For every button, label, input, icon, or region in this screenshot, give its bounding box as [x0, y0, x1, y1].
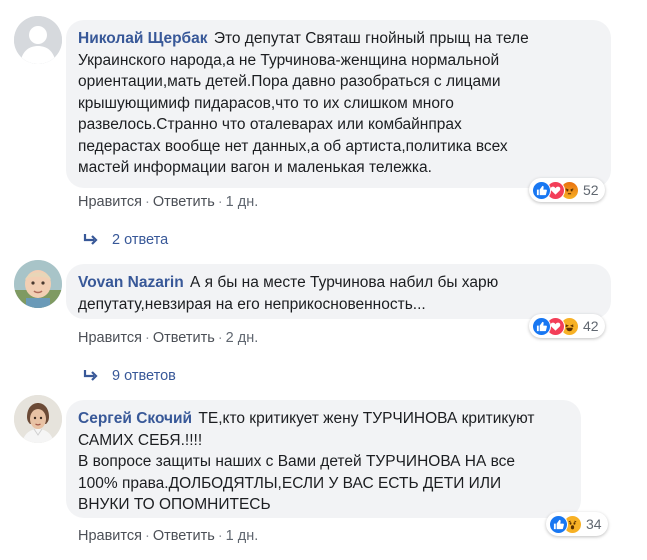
reaction-count: 42 — [583, 318, 599, 334]
comment-text-line: ВНУКИ ТО ОПОМНИТЕСЬ — [78, 496, 271, 513]
comment-text-line: САМИХ СЕБЯ.!!!! — [78, 431, 203, 449]
separator-dot: · — [144, 194, 150, 210]
comment-text-line: Это депутат Святаш гнойный прыщ на теле — [213, 30, 529, 47]
comment: Николай Щербак Это депутат Святаш гнойны… — [0, 0, 647, 260]
reactions-summary[interactable]: 34 — [546, 512, 608, 536]
comment-text-line: А я бы на месте Турчинова набил бы харю — [189, 274, 499, 291]
separator-dot: · — [217, 330, 223, 346]
comment-text-line: депутату,невзирая на его неприкосновенно… — [78, 295, 426, 313]
like-link[interactable]: Нравится — [78, 330, 142, 346]
reaction-count: 52 — [583, 182, 599, 198]
portrait-photo-icon — [14, 395, 62, 443]
avatar[interactable] — [14, 260, 62, 308]
comment-bubble: Vovan Nazarin А я бы на месте Турчинова … — [66, 264, 611, 319]
comment: Сергей Скочий ТЕ,кто критикует жену ТУРЧ… — [0, 392, 647, 560]
comment-actions: Нравится · Ответить · 2 дн. — [78, 330, 258, 346]
comment-text-line: мастей информации вагон и маленькая теле… — [78, 159, 432, 176]
view-replies-link[interactable]: 2 ответа — [82, 232, 168, 248]
reply-link[interactable]: Ответить — [153, 330, 215, 346]
comment-text-line: ТЕ,кто критикует жену ТУРЧИНОВА критикую… — [198, 410, 535, 427]
default-avatar-icon — [14, 16, 62, 64]
avatar[interactable] — [14, 395, 62, 443]
comment-text-line: ориентации,мать детей.Пора давно разобра… — [78, 73, 501, 90]
child-photo-icon — [14, 260, 62, 308]
comment-bubble: Сергей Скочий ТЕ,кто критикует жену ТУРЧ… — [66, 400, 581, 518]
timestamp[interactable]: 1 дн. — [226, 528, 259, 544]
reply-arrow-icon — [83, 370, 98, 381]
avatar[interactable] — [14, 16, 62, 64]
separator-dot: · — [144, 528, 150, 544]
timestamp[interactable]: 1 дн. — [226, 194, 259, 210]
comment-text-line: крышующимиф пидарасов,что то их слишком … — [78, 94, 454, 112]
comment: Vovan Nazarin А я бы на месте Турчинова … — [0, 256, 647, 386]
comment-text-line: В вопросе защиты наших с Вами детей ТУРЧ… — [78, 453, 516, 470]
separator-dot: · — [217, 194, 223, 210]
like-link[interactable]: Нравится — [78, 194, 142, 210]
reaction-count: 34 — [586, 516, 602, 532]
like-reaction-icon — [532, 180, 551, 200]
comment-text-line: педерастах вообще нет данных,а об артист… — [78, 137, 508, 155]
author-name[interactable]: Vovan Nazarin — [78, 274, 184, 291]
comment-bubble: Николай Щербак Это депутат Святаш гнойны… — [66, 20, 611, 188]
reply-link[interactable]: Ответить — [153, 194, 215, 210]
separator-dot: · — [217, 528, 223, 544]
reply-link[interactable]: Ответить — [153, 528, 215, 544]
replies-count[interactable]: 9 ответов — [112, 368, 176, 384]
timestamp[interactable]: 2 дн. — [226, 330, 259, 346]
like-reaction-icon — [549, 514, 568, 534]
separator-dot: · — [144, 330, 150, 346]
author-name[interactable]: Сергей Скочий — [78, 410, 192, 427]
reactions-summary[interactable]: 52 — [529, 178, 605, 202]
like-link[interactable]: Нравится — [78, 528, 142, 544]
comment-actions: Нравится · Ответить · 1 дн. — [78, 528, 258, 544]
author-name[interactable]: Николай Щербак — [78, 30, 208, 47]
replies-count[interactable]: 2 ответа — [112, 232, 168, 248]
comment-actions: Нравится · Ответить · 1 дн. — [78, 194, 258, 210]
like-reaction-icon — [532, 316, 551, 336]
comment-text-line: 100% права.ДОЛБОДЯТЛЫ,ЕСЛИ У ВАС ЕСТЬ ДЕ… — [78, 474, 502, 492]
comment-text-line: Украинского народа,а не Турчинова-женщин… — [78, 51, 500, 69]
reply-arrow-icon — [83, 234, 98, 245]
view-replies-link[interactable]: 9 ответов — [82, 368, 176, 384]
comment-text-line: развелось.Странно что оталеварах или ком… — [78, 116, 462, 133]
reactions-summary[interactable]: 42 — [529, 314, 605, 338]
